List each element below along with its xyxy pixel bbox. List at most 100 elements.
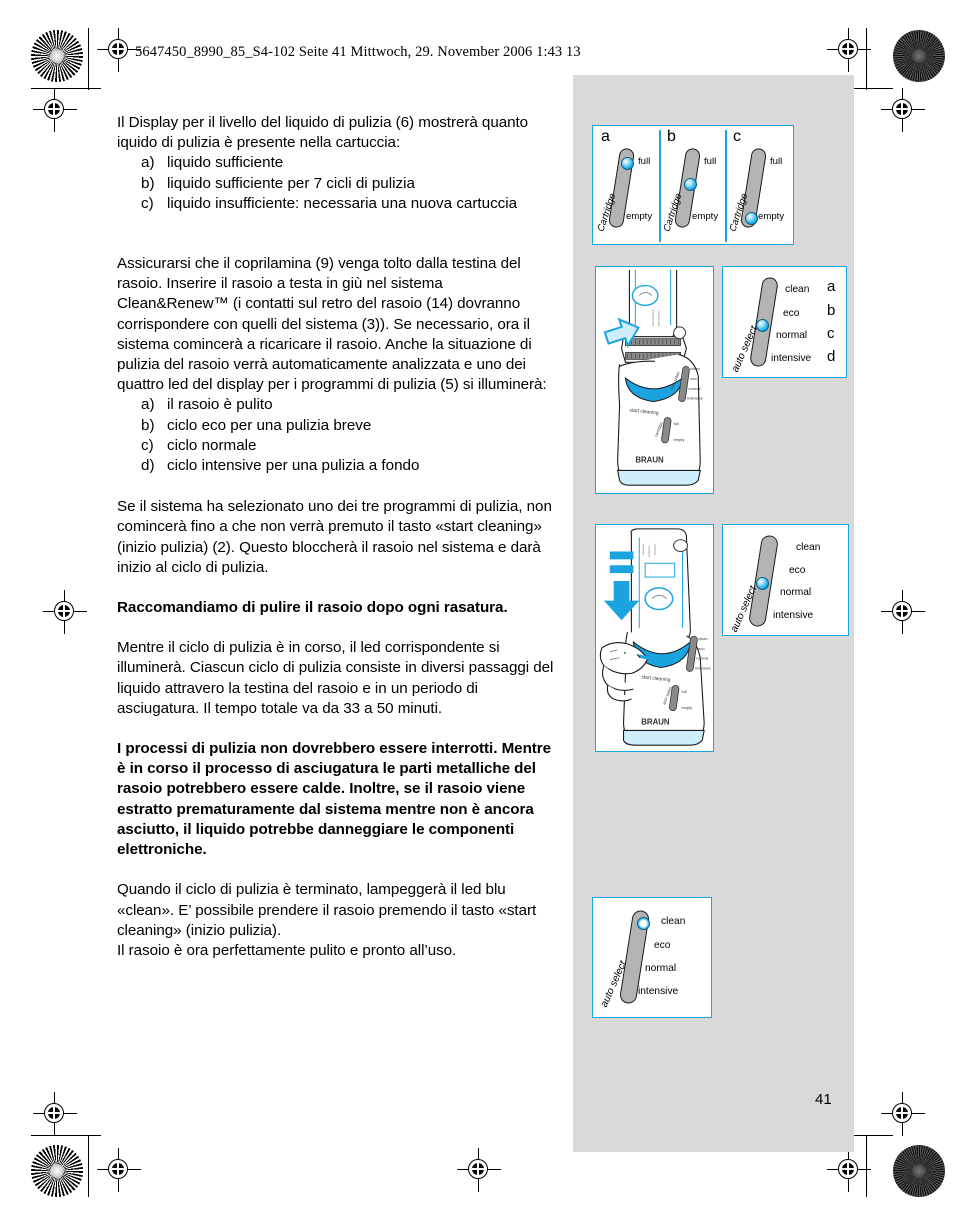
svg-text:eco: eco xyxy=(698,646,705,651)
auto-select-label-normal: normal xyxy=(780,587,812,598)
svg-text:intensive: intensive xyxy=(695,665,710,670)
led-indicator xyxy=(684,178,697,191)
list-1: a) liquido sufficiente b) liquido suffic… xyxy=(117,153,557,214)
cell-letter: a xyxy=(601,128,610,145)
registration-cross-top-left xyxy=(33,88,77,132)
auto-select-letter-b: b xyxy=(827,302,836,319)
figure-auto-select-letters: auto select clean eco normal intensive a… xyxy=(722,266,847,378)
paragraph-2: Assicurarsi che il coprilamina (9) venga… xyxy=(117,255,547,394)
list-marker: c) xyxy=(141,194,154,212)
auto-select-label-intensive: intensive xyxy=(638,986,679,997)
list-marker: d) xyxy=(141,457,155,475)
paragraph-6-bold: I processi di pulizia non dovrebbero ess… xyxy=(117,740,552,859)
file-header-line: 5647450_8990_85_S4-102 Seite 41 Mittwoch… xyxy=(135,44,581,60)
registration-cross-bottom-left-inner xyxy=(97,1148,141,1192)
svg-text:normal: normal xyxy=(696,656,708,661)
registration-rosette-bottom-right xyxy=(893,1145,945,1197)
list-2: a) il rasoio è pulito b) ciclo eco per u… xyxy=(117,395,557,476)
figure-auto-select-normal: auto select clean eco normal intensive xyxy=(722,524,849,636)
trim-line-top-right-v xyxy=(866,28,867,90)
registration-cross-top-right xyxy=(881,88,925,132)
svg-text:empty: empty xyxy=(674,437,685,442)
svg-text:BRAUN: BRAUN xyxy=(641,718,670,727)
svg-text:BRAUN: BRAUN xyxy=(635,456,664,465)
page-number: 41 xyxy=(815,1091,832,1108)
registration-cross-bottom-right-inner xyxy=(827,1148,871,1192)
list-item: a) liquido sufficiente xyxy=(117,153,557,173)
cartridge-cell-c: c Cartridge full empty xyxy=(725,126,791,244)
list-marker: b) xyxy=(141,174,155,192)
registration-cross-bottom-right xyxy=(881,1092,925,1136)
body-text-column: Il Display per il livello del liquido di… xyxy=(117,113,557,961)
auto-select-letter-a: a xyxy=(827,278,836,295)
figure-shaver-insert-station: start cleaning clean eco normal intensiv… xyxy=(595,266,714,494)
paragraph-3: Se il sistema ha selezionato uno dei tre… xyxy=(117,498,552,576)
paragraph-1: Il Display per il livello del liquido di… xyxy=(117,114,529,152)
list-text: ciclo normale xyxy=(167,436,257,454)
auto-select-label-intensive: intensive xyxy=(771,353,812,364)
registration-rosette-top-right xyxy=(893,30,945,82)
svg-text:empty: empty xyxy=(682,705,693,710)
paragraph-4-bold: Raccomandiamo di pulire il rasoio dopo o… xyxy=(117,599,508,617)
trim-line-bottom-left-h xyxy=(31,1135,101,1136)
auto-select-label-eco: eco xyxy=(783,308,800,319)
registration-cross-mid-right xyxy=(881,590,925,634)
device-insert-drawing: start cleaning clean eco normal intensiv… xyxy=(603,269,703,486)
list-item: b) ciclo eco per una pulizia breve xyxy=(117,416,557,436)
figure-cartridge-level-display: a Cartridge full empty b Cartridge full … xyxy=(592,125,794,245)
auto-select-label-clean: clean xyxy=(796,542,821,553)
device-press-drawing: start cleaning clean eco normal intensiv… xyxy=(599,528,711,746)
list-marker: b) xyxy=(141,416,155,434)
cartridge-full-label: full xyxy=(704,156,717,167)
cartridge-cell-a: a Cartridge full empty xyxy=(593,126,659,244)
registration-cross-top-right-inner xyxy=(827,28,871,72)
cartridge-empty-label: empty xyxy=(626,211,653,222)
paragraph-7: Quando il ciclo di pulizia è terminato, … xyxy=(117,881,537,939)
auto-select-label-normal: normal xyxy=(645,963,677,974)
led-indicator xyxy=(637,917,650,930)
auto-select-label-eco: eco xyxy=(789,565,806,576)
trim-line-top-left-v xyxy=(88,28,89,90)
registration-cross-mid-left xyxy=(43,590,87,634)
svg-text:full: full xyxy=(682,689,687,694)
list-marker: a) xyxy=(141,154,155,172)
svg-text:eco: eco xyxy=(690,376,697,381)
cell-letter: c xyxy=(733,128,741,145)
list-item: a) il rasoio è pulito xyxy=(117,395,557,415)
list-text: liquido sufficiente per 7 cicli di puliz… xyxy=(167,174,415,192)
registration-cross-bottom-left xyxy=(33,1092,77,1136)
cartridge-empty-label: empty xyxy=(692,211,719,222)
cell-letter: b xyxy=(667,128,676,145)
auto-select-label-intensive: intensive xyxy=(773,610,814,621)
cartridge-full-label: full xyxy=(638,156,651,167)
trim-line-bottom-right-v xyxy=(866,1135,867,1197)
list-item: c) liquido insufficiente: necessaria una… xyxy=(117,194,557,214)
led-indicator xyxy=(621,157,634,170)
list-text: ciclo eco per una pulizia breve xyxy=(167,416,372,434)
figure-press-start-cleaning: start cleaning clean eco normal intensiv… xyxy=(595,524,714,752)
registration-cross-bottom-center xyxy=(457,1148,501,1192)
auto-select-label-eco: eco xyxy=(654,940,671,951)
cartridge-full-label: full xyxy=(770,156,783,167)
list-item: c) ciclo normale xyxy=(117,436,557,456)
list-text: liquido sufficiente xyxy=(167,154,284,172)
list-text: il rasoio è pulito xyxy=(167,396,273,414)
list-item: b) liquido sufficiente per 7 cicli di pu… xyxy=(117,174,557,194)
svg-text:clean: clean xyxy=(698,636,707,641)
paragraph-5: Mentre il ciclo di pulizia è in corso, i… xyxy=(117,639,554,717)
svg-text:normal: normal xyxy=(688,386,700,391)
led-indicator xyxy=(745,212,758,225)
figure-auto-select-clean: auto select clean eco normal intensive xyxy=(592,897,712,1018)
cartridge-cell-b: b Cartridge full empty xyxy=(659,126,725,244)
list-item: d) ciclo intensive per una pulizia a fon… xyxy=(117,456,557,476)
trim-line-bottom-left-v xyxy=(88,1135,89,1197)
auto-select-label-clean: clean xyxy=(661,916,686,927)
auto-select-label-normal: normal xyxy=(776,330,808,341)
list-text: liquido insufficiente: necessaria una nu… xyxy=(167,194,518,212)
auto-select-label-clean: clean xyxy=(785,284,810,295)
auto-select-letter-d: d xyxy=(827,348,836,365)
svg-text:intensive: intensive xyxy=(687,396,702,401)
registration-rosette-bottom-left xyxy=(31,1145,83,1197)
svg-text:clean: clean xyxy=(690,366,699,371)
cartridge-empty-label: empty xyxy=(758,211,785,222)
